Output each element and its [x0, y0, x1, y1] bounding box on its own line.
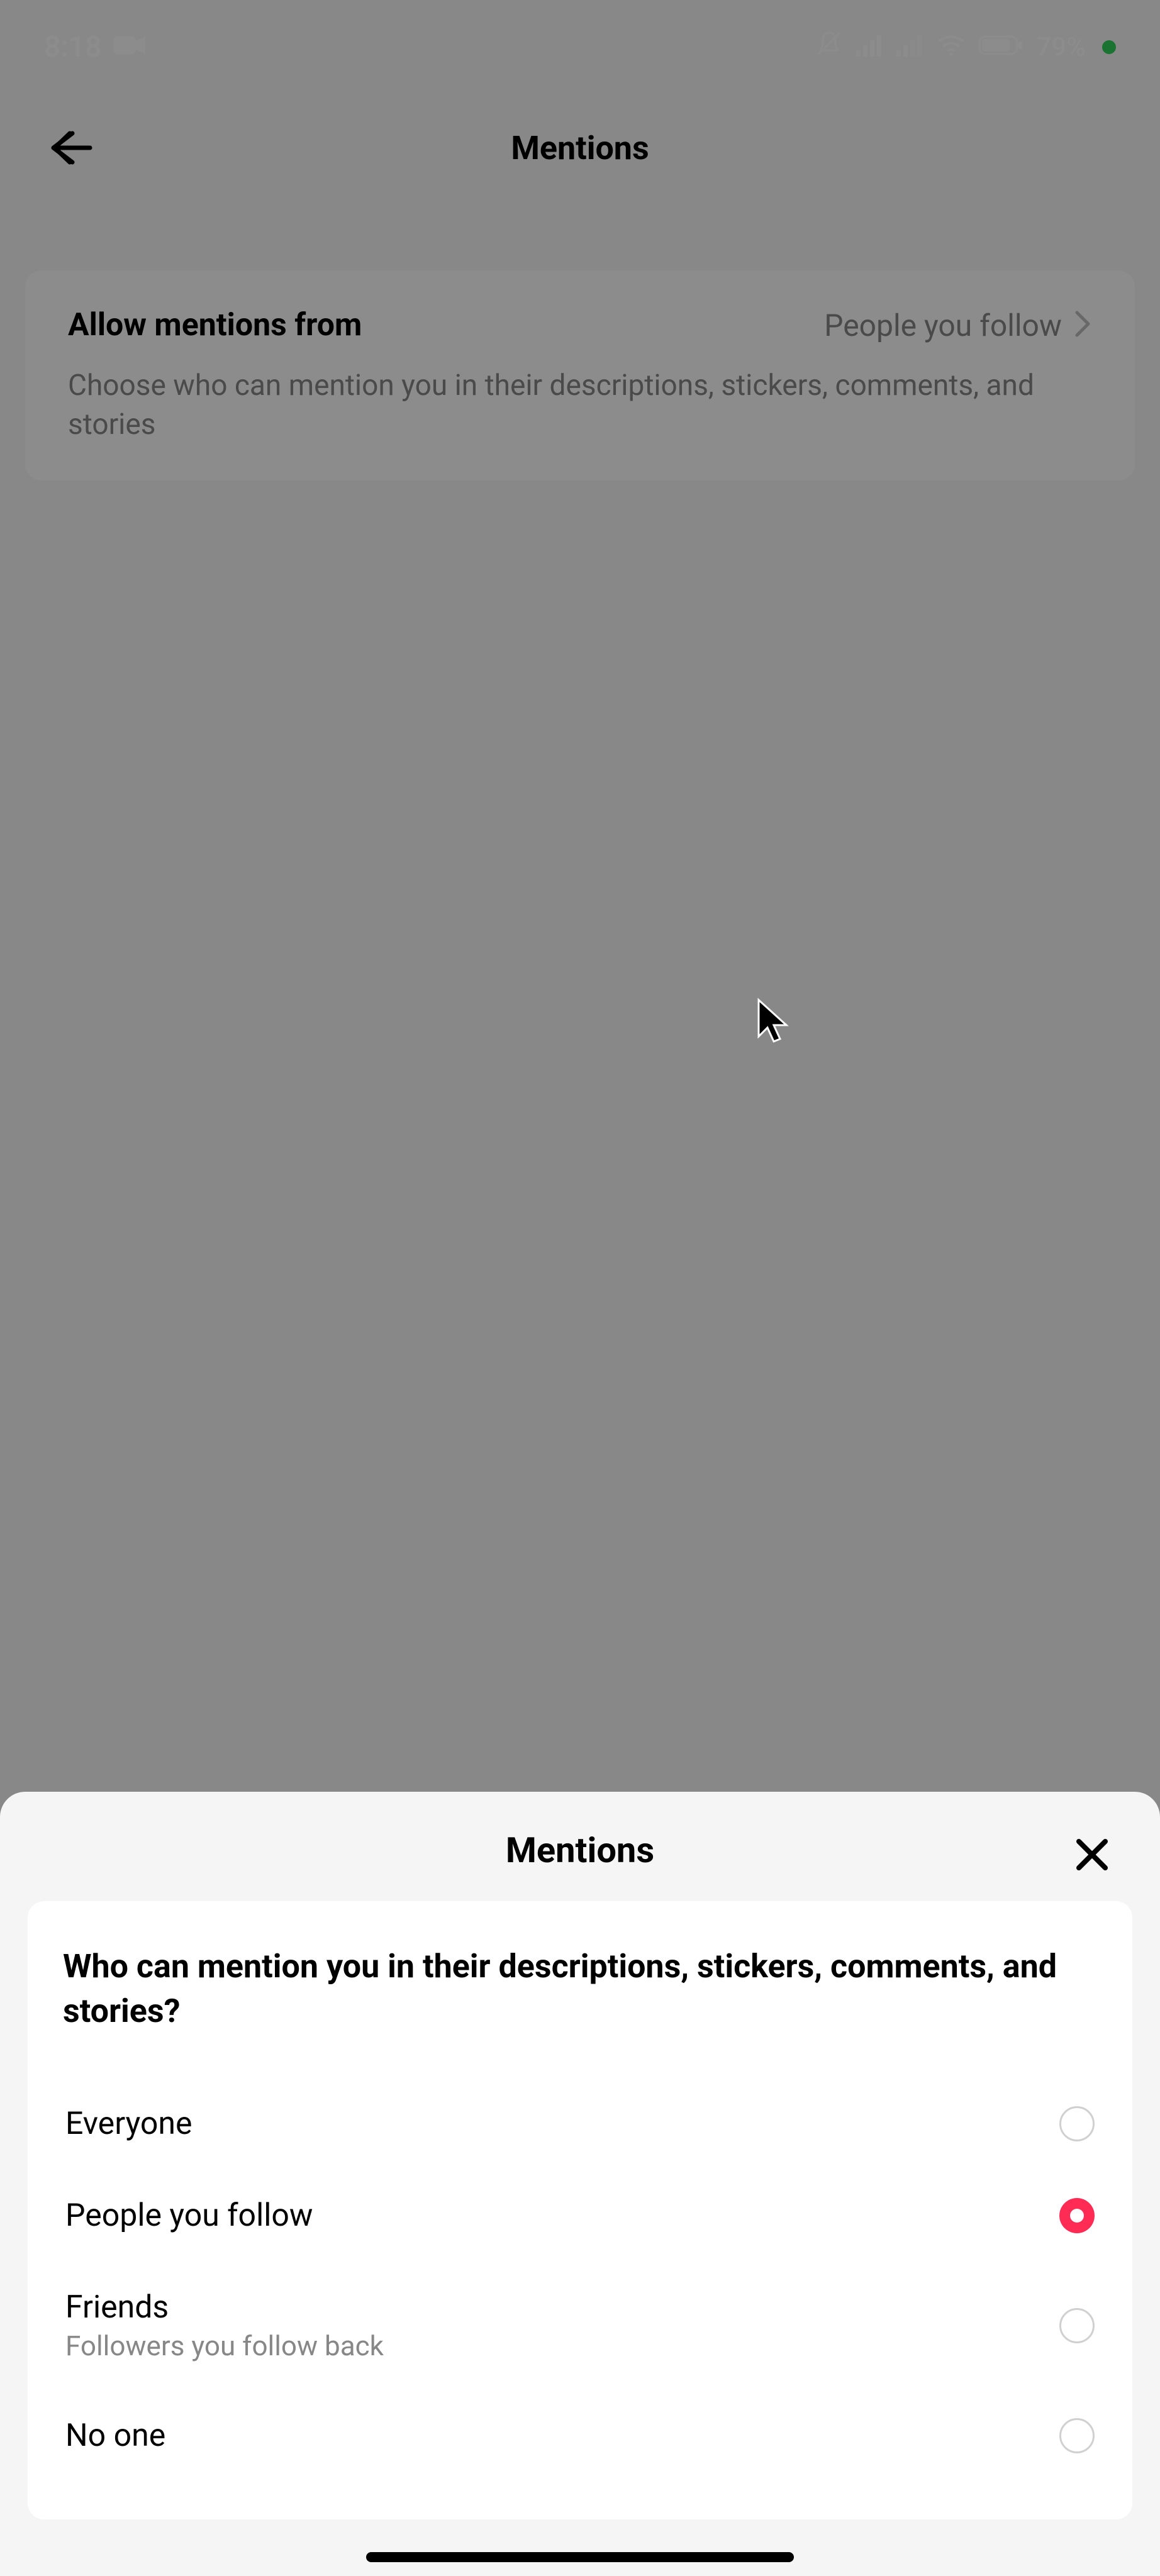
option-no-one[interactable]: No one [63, 2390, 1097, 2482]
radio-selected-icon [1059, 2198, 1095, 2233]
option-label: No one [65, 2418, 165, 2454]
option-everyone[interactable]: Everyone [63, 2078, 1097, 2170]
radio-unselected-icon [1059, 2106, 1095, 2141]
home-indicator[interactable] [366, 2552, 794, 2562]
sheet-title: Mentions [25, 1829, 1135, 1871]
close-button[interactable] [1069, 1832, 1115, 1877]
option-people-you-follow[interactable]: People you follow [63, 2170, 1097, 2262]
sheet-question: Who can mention you in their description… [63, 1944, 1097, 2035]
option-friends[interactable]: Friends Followers you follow back [63, 2262, 1097, 2390]
radio-unselected-icon [1059, 2418, 1095, 2453]
mentions-bottom-sheet: Mentions Who can mention you in their de… [0, 1792, 1160, 2576]
sheet-header: Mentions [0, 1792, 1160, 1901]
option-label: Friends [65, 2289, 384, 2326]
option-label: Everyone [65, 2106, 192, 2142]
close-icon [1074, 1836, 1110, 1873]
option-sublabel: Followers you follow back [65, 2329, 384, 2362]
mouse-cursor-icon [755, 997, 793, 1050]
sheet-body: Who can mention you in their description… [28, 1901, 1132, 2520]
option-label: People you follow [65, 2197, 313, 2234]
radio-unselected-icon [1059, 2308, 1095, 2343]
